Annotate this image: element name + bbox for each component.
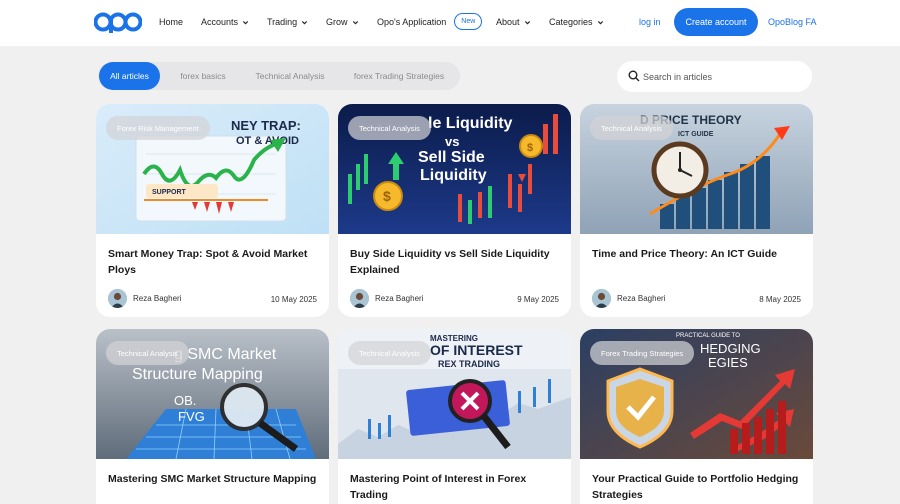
category-badge: Technical Analysis [348,116,431,140]
author-info: Reza Bagheri [108,289,181,308]
nav-home-label: Home [159,17,184,27]
image-subline: EGIES [708,355,748,370]
author-info: Reza Bagheri [350,289,423,308]
nav-opo-application[interactable]: Opo's Application New [377,13,483,30]
author-name: Reza Bagheri [375,294,424,303]
publish-date: 8 May 2025 [759,295,801,304]
image-fvg-label: FVG [178,409,205,424]
chevron-down-icon [302,20,308,24]
search-input[interactable] [643,70,803,84]
opo-logo[interactable] [94,11,142,33]
image-subline: ICT GUIDE [678,131,714,138]
article-title[interactable]: Smart Money Trap: Spot & Avoid Market Pl… [108,246,320,278]
tab-forex-basics[interactable]: forex basics [170,62,236,90]
category-badge: Technical Analysis [348,341,431,365]
chevron-down-icon [352,20,358,24]
image-support-label: SUPPORT [152,189,187,196]
category-badge: Forex Trading Strategies [590,341,695,365]
tab-technical-analysis[interactable]: Technical Analysis [246,62,334,90]
chevron-down-icon [597,20,603,24]
nav-accounts[interactable]: Accounts [201,17,249,27]
nav-accounts-label: Accounts [201,17,239,27]
category-badge: Forex Risk Management [106,116,210,140]
publish-date: 10 May 2025 [270,295,317,304]
article-title[interactable]: Mastering Point of Interest in Forex Tra… [350,471,562,503]
image-line2: Sell Side [418,149,485,166]
category-badge: Technical Analysis [590,116,673,140]
image-subline: OT & AVOID [236,135,299,147]
nav-about-label: About [496,17,520,27]
nav-categories-label: Categories [549,17,593,27]
svg-text:$: $ [527,142,533,154]
image-headline: HEDGING [700,341,761,356]
article-card[interactable]: g SMC Market Structure Mapping OB. FVG T… [96,329,329,504]
image-headline: le Liquidity [428,115,513,132]
chevron-down-icon [524,20,530,24]
article-card[interactable]: $ $ le Liquidity vs Sell Side Liquidity … [338,104,571,317]
article-title[interactable]: Time and Price Theory: An ICT Guide [592,246,804,262]
article-title[interactable]: Buy Side Liquidity vs Sell Side Liquidit… [350,246,562,278]
new-badge: New [454,13,483,30]
avatar [592,289,611,308]
image-vs: vs [445,134,459,149]
tab-all-articles[interactable]: All articles [99,62,160,90]
nav-trading[interactable]: Trading [267,17,308,27]
image-ob-label: OB. [174,393,196,408]
nav-grow-label: Grow [326,17,348,27]
chevron-down-icon [242,20,249,24]
author-info: Reza Bagheri [592,289,665,308]
top-navbar: Home Accounts Trading Grow Opo's Applica… [0,0,900,46]
avatar [350,289,369,308]
image-headline: g SMC Market [174,346,277,363]
login-link[interactable]: log in [639,17,661,27]
avatar [108,289,127,308]
create-account-button[interactable]: Create account [674,8,758,36]
author-name: Reza Bagheri [617,294,666,303]
nav-opo-application-label: Opo's Application [377,16,447,27]
image-headline: NEY TRAP: [231,118,301,133]
category-tabs: All articles forex basics Technical Anal… [98,62,460,90]
nav-home[interactable]: Home [159,17,183,27]
author-name: Reza Bagheri [133,294,182,303]
article-card[interactable]: NEY TRAP: OT & AVOID SUPPORT Forex Risk … [96,104,329,317]
image-line3: Liquidity [420,167,487,184]
search-icon [628,70,640,82]
image-headline: OF INTEREST [430,342,523,358]
article-card[interactable]: PRACTICAL GUIDE TO HEDGING EGIES Forex T… [580,329,813,504]
svg-text:$: $ [383,188,391,204]
article-card[interactable]: D PRICE THEORY ICT GUIDE Technical Analy… [580,104,813,317]
nav-grow[interactable]: Grow [326,17,359,27]
article-title[interactable]: Your Practical Guide to Portfolio Hedgin… [592,471,804,503]
article-card[interactable]: MASTERING OF INTEREST REX TRADING Techni… [338,329,571,504]
image-subline: Structure Mapping [132,366,263,383]
category-badge: Technical Analysis [106,341,189,365]
article-title[interactable]: Mastering SMC Market Structure Mapping [108,471,320,487]
opoblog-fa-link[interactable]: OpoBlog FA [768,17,817,27]
publish-date: 9 May 2025 [517,295,559,304]
nav-about[interactable]: About [496,17,531,27]
image-kicker: PRACTICAL GUIDE TO [676,333,740,339]
nav-categories[interactable]: Categories [549,17,604,27]
tab-forex-trading-strategies[interactable]: forex Trading Strategies [344,62,454,90]
image-subline: REX TRADING [438,359,500,369]
nav-trading-label: Trading [267,17,298,27]
search-box[interactable] [617,61,812,92]
